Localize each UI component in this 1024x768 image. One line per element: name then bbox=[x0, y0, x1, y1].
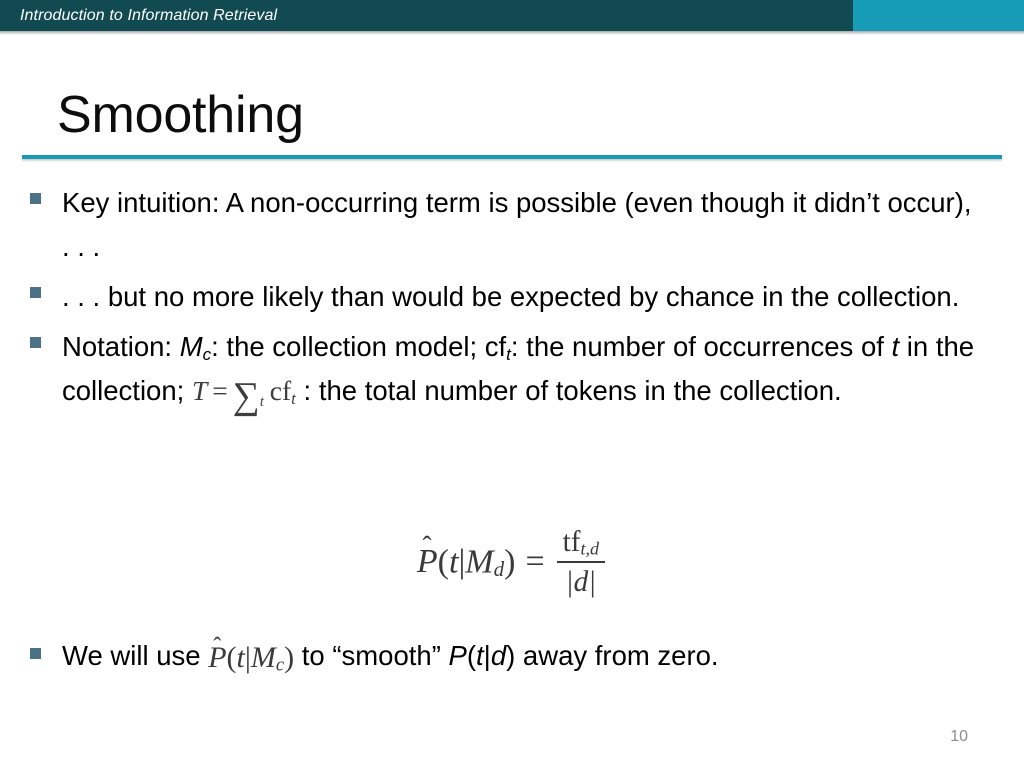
eq-tf: tf bbox=[562, 526, 581, 558]
eq-equals-sign: = bbox=[525, 543, 545, 581]
formula-equals-sign: = bbox=[212, 375, 228, 406]
symbol-collection-model: M bbox=[179, 331, 203, 362]
header-course-title: Introduction to Information Retrieval bbox=[20, 6, 278, 24]
eq-symbol-M-subscript: d bbox=[493, 557, 505, 582]
smooth-symbol-t: t bbox=[476, 640, 484, 671]
eq-tf-subscript: t,d bbox=[580, 538, 600, 559]
inline-symbol-M: M bbox=[250, 641, 276, 674]
bullet-text-no-more-likely: . . . but no more likely than would be e… bbox=[62, 281, 960, 312]
eq-fraction-denominator: |d| bbox=[557, 563, 605, 599]
header-shadow bbox=[0, 31, 1024, 35]
eq-close-paren: ) bbox=[504, 543, 516, 581]
hat-accent-icon: ˆ bbox=[422, 530, 432, 561]
smooth-suffix: away from zero. bbox=[515, 640, 719, 671]
smooth-close-paren: ) bbox=[506, 640, 516, 671]
slide-header-bar: Introduction to Information Retrieval bbox=[0, 0, 1024, 31]
smooth-conditional-bar: | bbox=[483, 640, 491, 671]
inline-close-paren: ) bbox=[284, 641, 295, 674]
formula-symbol-T: T bbox=[191, 375, 208, 406]
eq-open-paren: ( bbox=[437, 543, 449, 581]
formula-cf: cf bbox=[269, 375, 292, 406]
symbol-collection-model-subscript: c bbox=[202, 344, 212, 364]
bullet-item-smooth: We will use ˆ P(t|Mc) to “smooth” P(t|d) … bbox=[0, 634, 1024, 687]
formula-summation: ∑ t bbox=[232, 374, 264, 421]
eq-symbol-M: M bbox=[465, 543, 494, 581]
bullet-item-no-more-likely: . . . but no more likely than would be e… bbox=[0, 275, 1024, 319]
inline-open-paren: ( bbox=[226, 641, 237, 674]
hat-accent-icon: ˆ bbox=[213, 633, 222, 660]
bullet-square-icon bbox=[30, 648, 41, 659]
notation-suffix: : the total number of tokens in the coll… bbox=[295, 375, 842, 406]
bullet-item-notation: Notation: Mc: the collection model; cf t:… bbox=[0, 325, 1024, 421]
bullet-text-smooth: We will use ˆ P(t|Mc) to “smooth” P(t|d) … bbox=[62, 634, 984, 687]
inline-formula-total-tokens: T = ∑ t cft bbox=[192, 369, 296, 421]
eq-fraction-numerator: tft,d bbox=[557, 526, 605, 561]
inline-symbol-M-subscript: c bbox=[275, 654, 285, 676]
notation-prefix: Notation: bbox=[62, 331, 180, 362]
header-left-panel: Introduction to Information Retrieval bbox=[0, 0, 853, 31]
sigma-icon: ∑ bbox=[232, 375, 260, 418]
header-right-accent bbox=[853, 0, 1024, 31]
notation-mid-1: : the collection model; cf bbox=[211, 331, 507, 362]
display-equation-block: ˆ P(t|Md) = tft,d |d| bbox=[0, 526, 1024, 601]
smooth-prefix: We will use bbox=[62, 640, 209, 671]
eq-doc-length: |d| bbox=[565, 566, 597, 599]
slide-page-number: 10 bbox=[950, 728, 968, 745]
eq-fraction: tft,d |d| bbox=[556, 526, 606, 599]
slide-body: Key intuition: A non-occurring term is p… bbox=[0, 181, 1024, 427]
smooth-open-paren: ( bbox=[466, 640, 477, 671]
inline-formula-p-hat-collection: ˆ P(t|Mc) bbox=[208, 634, 295, 687]
inline-p-hat-group: ˆP bbox=[208, 634, 226, 680]
bullet-square-icon bbox=[30, 337, 41, 348]
p-hat-group: ˆP bbox=[417, 531, 438, 581]
smooth-mid: to “smooth” bbox=[294, 640, 449, 671]
summation-index: t bbox=[259, 394, 264, 411]
bullet-square-icon bbox=[30, 193, 41, 204]
page-title: Smoothing bbox=[57, 86, 304, 144]
bullet-text-key-intuition: Key intuition: A non-occurring term is p… bbox=[62, 187, 972, 262]
bullet-item-key-intuition: Key intuition: A non-occurring term is p… bbox=[0, 181, 1024, 269]
display-equation: ˆ P(t|Md) = tft,d |d| bbox=[417, 526, 607, 601]
smooth-symbol-P: P bbox=[448, 640, 467, 671]
smooth-symbol-d: d bbox=[490, 640, 507, 671]
title-underline-shadow bbox=[22, 159, 1002, 162]
notation-mid-2: : the number of occurrences of bbox=[510, 331, 892, 362]
symbol-term-t: t bbox=[891, 331, 900, 362]
bullet-square-icon bbox=[30, 287, 41, 298]
bullet-text-notation: Notation: Mc: the collection model; cf t:… bbox=[62, 325, 984, 421]
inline-symbol-t: t bbox=[236, 641, 245, 674]
